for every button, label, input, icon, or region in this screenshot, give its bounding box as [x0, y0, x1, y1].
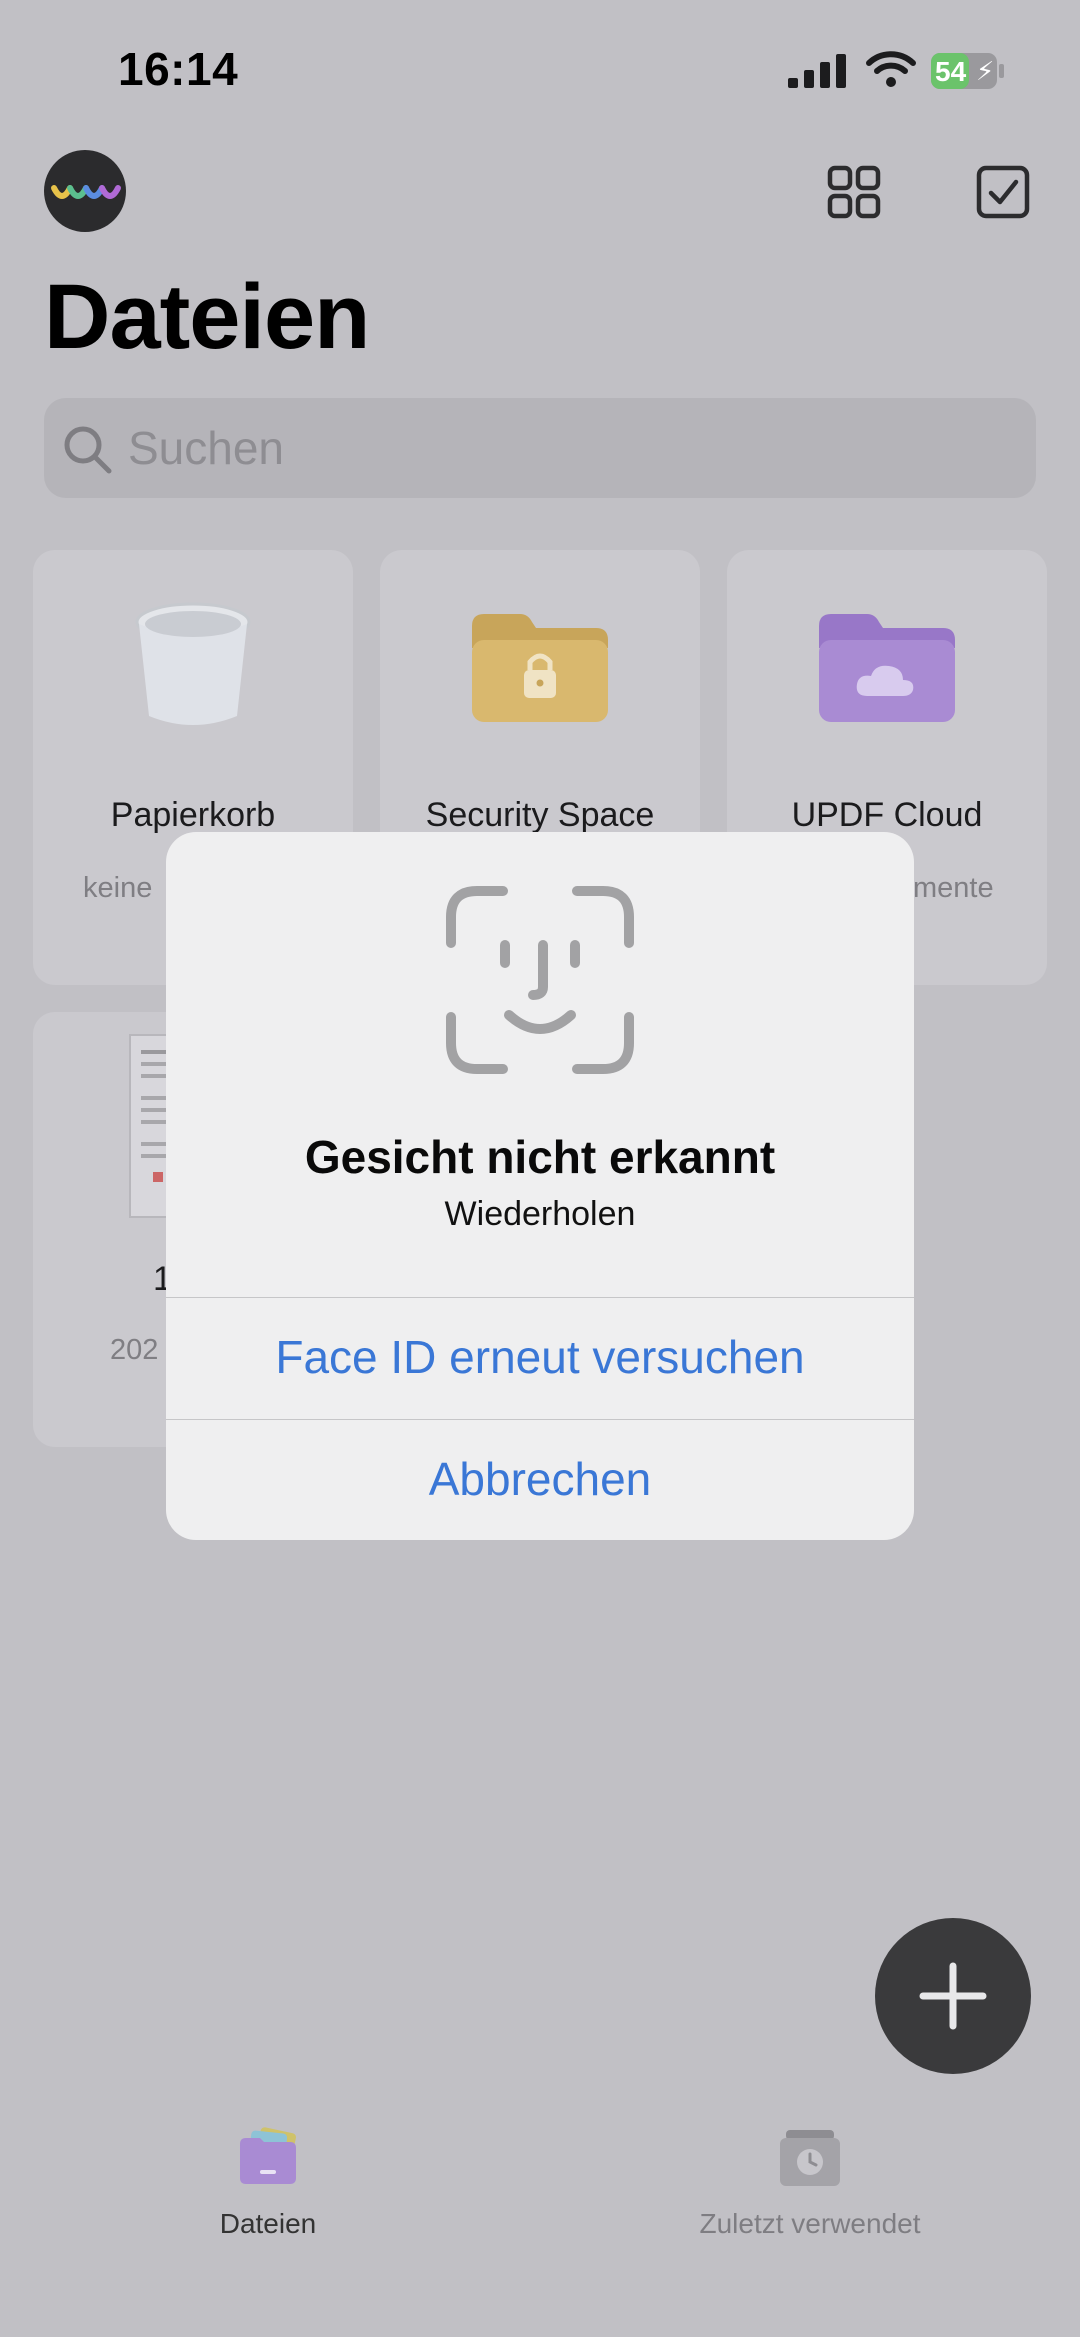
cancel-button[interactable]: Abbrechen — [166, 1452, 914, 1506]
card-title: UPDF Cloud — [791, 796, 983, 834]
card-subtitle: mente — [913, 872, 994, 904]
tab-files[interactable]: Dateien — [168, 2126, 368, 2246]
plus-icon — [919, 1962, 987, 2030]
wifi-icon — [866, 51, 916, 87]
tab-recent[interactable]: Zuletzt verwendet — [660, 2126, 960, 2246]
card-subtitle: keine — [83, 872, 153, 904]
card-title: Security Space — [425, 796, 655, 834]
battery-level: 54 — [935, 56, 967, 87]
cloud-folder-icon — [819, 614, 955, 722]
page-title: Dateien — [44, 266, 370, 368]
card-title: Papierkorb — [110, 796, 276, 834]
battery-indicator: 54 ⚡ — [930, 52, 1006, 90]
search-icon — [64, 426, 112, 474]
status-time: 16:14 — [118, 43, 239, 95]
locked-folder-icon — [472, 614, 608, 722]
alert-message: Wiederholen — [444, 1195, 636, 1233]
cellular-signal-icon — [788, 54, 846, 88]
add-button[interactable] — [875, 1918, 1031, 2074]
alert-title: Gesicht nicht erkannt — [304, 1131, 776, 1183]
select-checkbox-icon[interactable] — [975, 164, 1031, 220]
files-folder-icon — [240, 2127, 296, 2184]
app-logo-avatar[interactable] — [44, 150, 126, 232]
retry-face-id-button[interactable]: Face ID erneut versuchen — [166, 1330, 914, 1384]
alert-divider — [166, 1297, 914, 1298]
recent-clock-folder-icon — [780, 2130, 840, 2186]
tab-label: Zuletzt verwendet — [699, 2208, 921, 2239]
updf-logo-icon — [51, 185, 121, 199]
card-subtitle: 202 — [110, 1334, 159, 1366]
alert-divider — [166, 1419, 914, 1420]
tab-label: Dateien — [219, 2208, 317, 2239]
face-id-icon — [446, 886, 634, 1074]
trash-bin-icon — [135, 602, 251, 725]
grid-view-icon[interactable] — [826, 164, 882, 220]
search-input[interactable]: Suchen — [128, 421, 284, 475]
charging-bolt-icon: ⚡ — [976, 56, 995, 86]
